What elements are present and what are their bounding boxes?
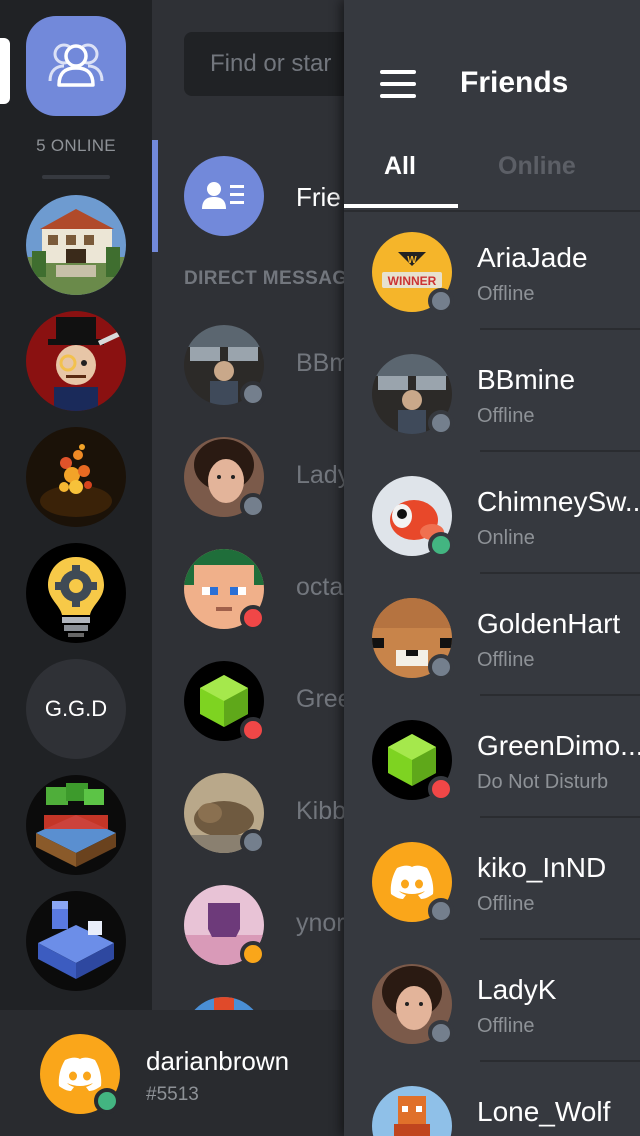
friend-row[interactable]: LadyK Offline [344, 940, 640, 1062]
status-offline-icon [428, 410, 454, 436]
friend-status-text: Online [477, 527, 535, 549]
friend-row[interactable]: ChimneySw... Online [344, 452, 640, 574]
server-fire[interactable] [26, 427, 126, 527]
dm-name: octa [296, 573, 344, 601]
server-csm[interactable] [26, 775, 126, 875]
friend-status-text: Offline [477, 1015, 535, 1037]
friends-icon [184, 156, 264, 236]
page-title: Friends [460, 66, 569, 99]
server-iso-blocks[interactable] [26, 891, 126, 991]
header: Friends [344, 0, 640, 124]
online-count: 5 ONLINE [36, 136, 116, 155]
status-online-icon [428, 532, 454, 558]
server-monocle-bot[interactable] [26, 311, 126, 411]
server-ggd-label: G.G.D [44, 696, 108, 721]
dm-item-ladyk[interactable]: LadyK [184, 437, 344, 519]
status-online-icon [94, 1088, 120, 1114]
tab-all[interactable]: All [384, 152, 416, 181]
friend-row[interactable]: BBmine Offline [344, 330, 640, 452]
friend-name: kiko_InND [477, 852, 607, 883]
dm-sidebar: Find or star Frie DIRECT MESSAGES BBmine [152, 0, 344, 1010]
user-tag: #5513 [146, 1084, 199, 1105]
sidebar-item-friends[interactable]: Frie [152, 140, 344, 252]
status-offline-icon [428, 898, 454, 924]
avatar [184, 997, 264, 1010]
dm-name: GreenDimo [296, 685, 344, 713]
friend-name: ChimneySw... [477, 486, 640, 517]
friend-name: LadyK [477, 974, 557, 1005]
dm-section-heading: DIRECT MESSAGES [184, 268, 344, 289]
discord-logo-icon [58, 1057, 102, 1091]
status-offline-icon [240, 829, 266, 855]
dm-item-partial[interactable] [184, 997, 344, 1010]
status-offline-icon [240, 381, 266, 407]
friend-name: GreenDimo... [477, 730, 640, 761]
avatar [372, 1086, 452, 1136]
status-idle-icon [240, 941, 266, 967]
friend-name: AriaJade [477, 242, 588, 273]
rail-divider [42, 175, 110, 179]
status-dnd-icon [240, 717, 266, 743]
friend-status-text: Offline [477, 283, 535, 305]
selected-indicator [152, 140, 158, 252]
dm-item-bbmine[interactable]: BBmine [184, 325, 344, 407]
status-offline-icon [428, 1020, 454, 1046]
friend-status-text: Offline [477, 649, 535, 671]
svg-text:WINNER: WINNER [388, 274, 437, 288]
search-input[interactable]: Find or star [184, 32, 344, 96]
dm-name: Kibb [296, 797, 344, 825]
dm-name: ynor [296, 909, 344, 937]
friend-row[interactable]: W WINNER AriaJade Offline [344, 208, 640, 330]
dm-item-ynor[interactable]: ynor [184, 885, 344, 967]
status-dnd-icon [428, 776, 454, 802]
status-offline-icon [428, 288, 454, 314]
dm-item-octa[interactable]: octa [184, 549, 344, 631]
status-dnd-icon [240, 605, 266, 631]
tab-online[interactable]: Online [498, 152, 576, 181]
selected-indicator [0, 38, 10, 104]
dm-item-kibb[interactable]: Kibb [184, 773, 344, 855]
friend-status-text: Do Not Disturb [477, 771, 609, 793]
dm-name: LadyK [296, 461, 344, 489]
friend-row[interactable]: GoldenHart Offline [344, 574, 640, 696]
status-offline-icon [428, 654, 454, 680]
friend-status-text: Offline [477, 893, 535, 915]
server-bulb-gear[interactable] [26, 543, 126, 643]
friend-row[interactable]: Lone_Wolf [344, 1062, 640, 1136]
friends-people-icon [47, 39, 105, 94]
server-ggd[interactable]: G.G.D [26, 659, 126, 759]
friend-status-text: Offline [477, 405, 535, 427]
tab-bar: All Online [344, 124, 640, 212]
dm-item-greendimo[interactable]: GreenDimo [184, 661, 344, 743]
username: darianbrown [146, 1046, 290, 1076]
home-button[interactable] [26, 16, 126, 116]
svg-text:W: W [407, 255, 417, 266]
server-mansion[interactable] [26, 195, 126, 295]
friend-row[interactable]: kiko_InND Offline [344, 818, 640, 940]
friend-name: Lone_Wolf [477, 1096, 611, 1127]
user-panel: darianbrown #5513 [0, 1010, 344, 1136]
friends-panel: Friends All Online W WINNER AriaJade Off… [344, 0, 640, 1136]
friend-row[interactable]: GreenDimo... Do Not Disturb [344, 696, 640, 818]
friend-name: GoldenHart [477, 608, 621, 639]
sidebar-item-label: Frie [296, 182, 341, 212]
friend-name: BBmine [477, 364, 576, 395]
dm-name: BBmine [296, 349, 344, 377]
hamburger-menu-icon[interactable] [380, 70, 418, 98]
server-rail: 5 ONLINE G.G.D [0, 0, 152, 1136]
status-offline-icon [240, 493, 266, 519]
